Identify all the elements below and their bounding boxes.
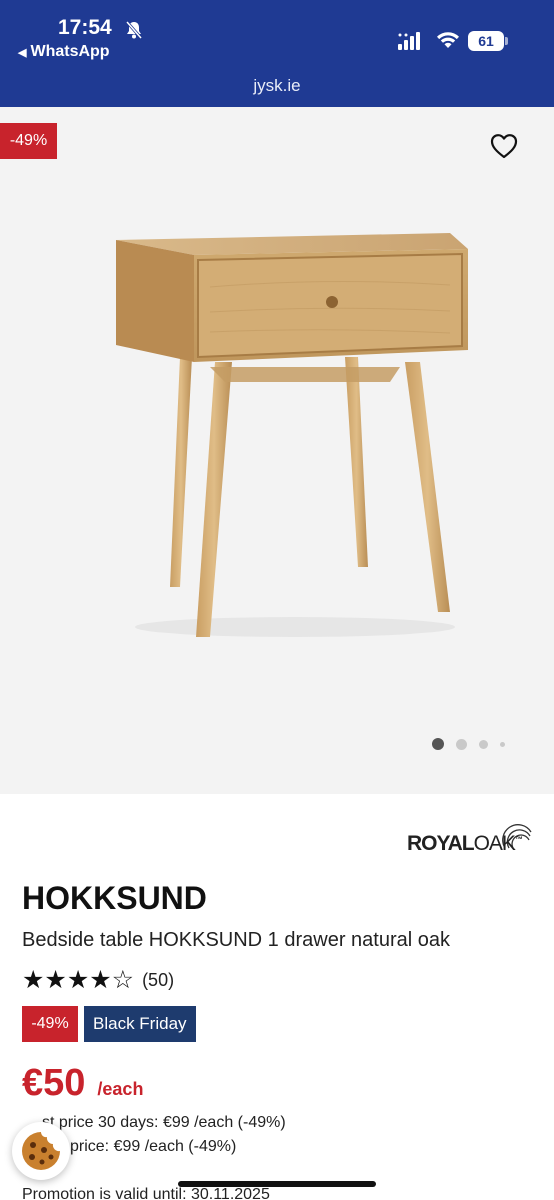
original-price-text: l price: €99 /each (-49%) xyxy=(62,1138,237,1155)
gallery-dot-1[interactable] xyxy=(432,738,444,750)
gallery-dot-3[interactable] xyxy=(479,739,488,749)
brand-trademark: ™ xyxy=(514,835,523,844)
gallery-dot-2[interactable] xyxy=(456,738,467,750)
price-value: €50 xyxy=(22,1062,86,1104)
cellular-signal-icon xyxy=(398,32,420,50)
discount-tag: -49% xyxy=(22,1006,78,1042)
promotion-validity: Promotion is valid until: 30.11.2025 xyxy=(22,1186,270,1200)
wifi-icon xyxy=(437,32,459,48)
gallery-pagination[interactable] xyxy=(432,738,505,750)
promo-tags: -49% Black Friday xyxy=(22,1006,196,1042)
product-image-bedside-table xyxy=(116,233,468,637)
brand-logo[interactable]: ROYALOAK™ xyxy=(405,818,533,856)
heart-outline-icon[interactable] xyxy=(490,133,518,159)
lowest-price-text: st price 30 days: €99 /each (-49%) xyxy=(42,1114,286,1131)
back-triangle-icon: ◀ xyxy=(18,46,27,59)
product-gallery[interactable]: -49% xyxy=(0,107,554,794)
home-indicator[interactable] xyxy=(178,1181,376,1187)
back-to-app-link[interactable]: ◀ WhatsApp xyxy=(18,43,110,61)
battery-tip xyxy=(505,37,508,45)
battery-level: 61 xyxy=(468,31,504,51)
brand-name-bold: ROYAL xyxy=(407,832,475,855)
cookie-settings-button[interactable] xyxy=(12,1122,70,1180)
url-bar[interactable]: jysk.ie xyxy=(0,76,554,96)
price-unit: /each xyxy=(97,1079,144,1099)
black-friday-tag: Black Friday xyxy=(84,1006,196,1042)
discount-badge: -49% xyxy=(0,123,57,159)
bell-slash-icon xyxy=(125,21,143,39)
rating-count[interactable]: (50) xyxy=(142,970,174,991)
rating-stars: ★★★★☆ xyxy=(22,966,135,994)
gallery-dot-4[interactable] xyxy=(500,741,505,747)
cookie-icon xyxy=(22,1132,60,1170)
product-title: HOKKSUND xyxy=(22,880,207,916)
brand-name-light: OAK xyxy=(473,832,516,855)
product-subtitle: Bedside table HOKKSUND 1 drawer natural … xyxy=(22,929,450,951)
product-price: €50 /each xyxy=(22,1062,143,1105)
brand-name: ROYALOAK™ xyxy=(407,832,523,856)
status-time: 17:54 xyxy=(58,16,112,39)
product-rating[interactable]: ★★★★☆ (50) xyxy=(22,965,174,995)
battery-indicator: 61 xyxy=(468,31,508,51)
back-app-label: WhatsApp xyxy=(30,43,110,60)
status-and-url-bar: 17:54 ◀ WhatsApp 61 jysk.ie xyxy=(0,0,554,107)
